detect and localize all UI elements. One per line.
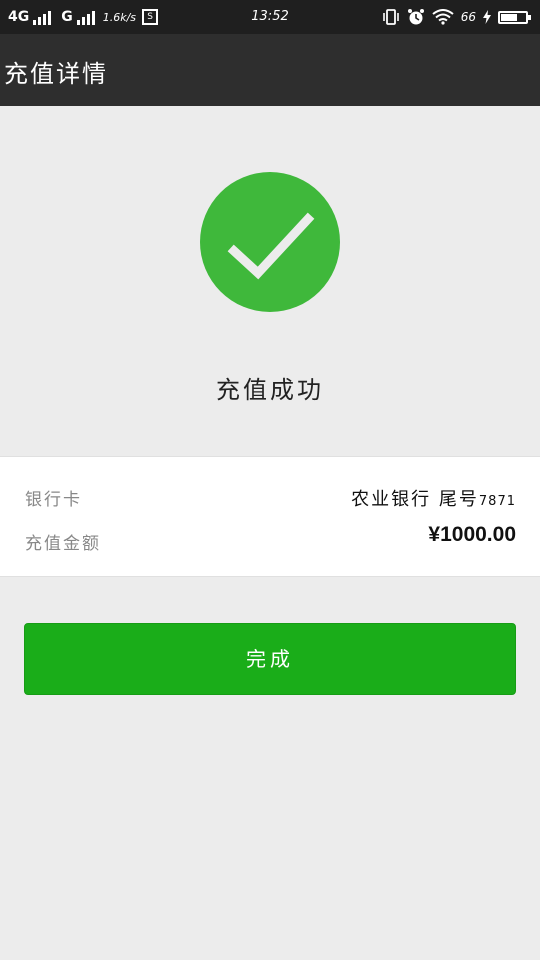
bank-card-tail-number: 7871: [478, 494, 516, 509]
page-title: 充值详情: [4, 60, 108, 88]
battery-icon: [498, 10, 531, 24]
check-circle-icon: [200, 172, 340, 312]
amount-value: ¥1000.00: [428, 523, 516, 546]
alarm-clock-icon: [407, 9, 424, 25]
done-button[interactable]: 完成: [24, 623, 516, 695]
title-bar: 充值详情: [0, 34, 540, 106]
battery-percentage: 66: [460, 10, 476, 24]
status-bar: 4G G 1.6k/s S 13:52 66: [0, 0, 540, 34]
bank-card-name: 农业银行 尾号: [351, 489, 479, 510]
success-message: 充值成功: [216, 376, 324, 404]
charging-bolt-icon: [483, 10, 491, 24]
wifi-icon: [432, 9, 454, 25]
success-area: 充值成功: [0, 106, 540, 454]
status-right: 66: [382, 8, 531, 26]
bank-card-label: 银行卡: [25, 490, 82, 510]
amount-label: 充值金额: [25, 534, 101, 554]
battery-fill: [501, 13, 517, 21]
vibrate-icon: [382, 9, 399, 25]
bank-card-value: 农业银行 尾号7871: [351, 485, 516, 511]
recharge-details-card: 银行卡 农业银行 尾号7871 充值金额 ¥1000.00: [0, 456, 540, 577]
